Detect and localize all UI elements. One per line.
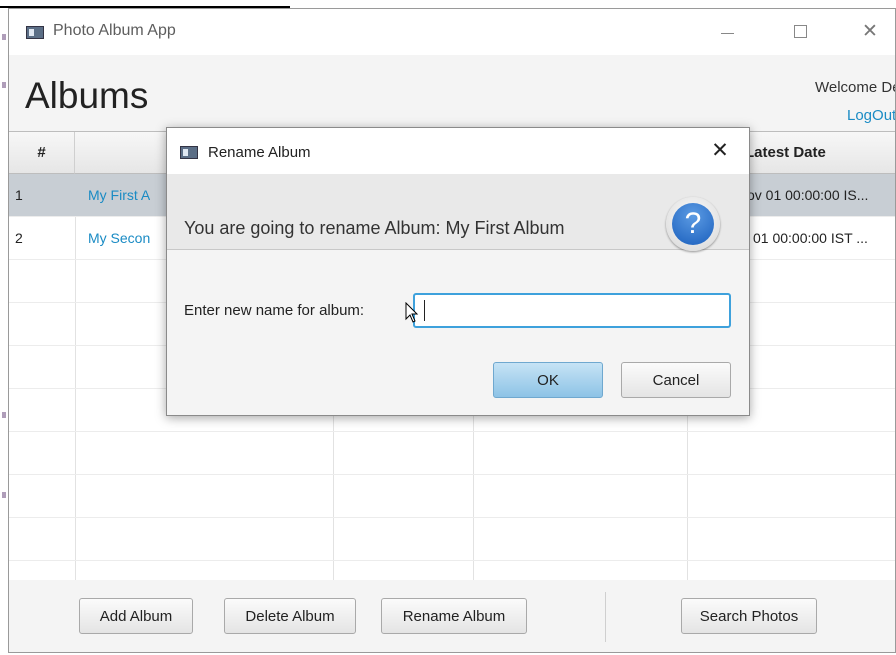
row-album-name[interactable]: My First A	[88, 174, 150, 217]
rename-album-dialog: Rename Album ✕ You are going to rename A…	[166, 127, 750, 416]
cancel-button[interactable]: Cancel	[621, 362, 731, 398]
column-header-index[interactable]: #	[9, 132, 75, 174]
bottom-toolbar: Add Album Delete Album Rename Album Sear…	[9, 580, 895, 652]
new-name-label: Enter new name for album:	[184, 302, 365, 319]
row-latest-date: 01 00:00:00 IST ...	[753, 230, 868, 246]
table-row-empty	[9, 432, 895, 475]
welcome-text: Welcome Dev	[815, 79, 895, 96]
toolbar-separator	[605, 592, 606, 642]
row-album-name[interactable]: My Secon	[88, 217, 150, 260]
title-bar[interactable]: Photo Album App ✕	[9, 9, 895, 55]
window-title: Photo Album App	[53, 22, 176, 39]
row-index: 1	[15, 187, 23, 203]
close-icon: ✕	[862, 21, 878, 42]
dialog-close-button[interactable]: ✕	[707, 138, 733, 164]
minimize-button[interactable]	[715, 20, 741, 44]
mouse-cursor-icon	[405, 302, 419, 323]
dialog-message: You are going to rename Album: My First …	[184, 218, 565, 238]
search-photos-button[interactable]: Search Photos	[681, 598, 817, 634]
logout-link[interactable]: LogOut	[847, 107, 895, 124]
row-index: 2	[15, 230, 23, 246]
table-row-empty	[9, 518, 895, 561]
close-button[interactable]: ✕	[857, 20, 883, 44]
app-icon	[180, 146, 198, 159]
rename-album-button[interactable]: Rename Album	[381, 598, 527, 634]
delete-album-button[interactable]: Delete Album	[224, 598, 356, 634]
dialog-title-bar[interactable]: Rename Album ✕	[167, 128, 749, 174]
page-title: Albums	[25, 75, 149, 116]
text-caret	[424, 300, 425, 321]
new-name-input[interactable]	[413, 293, 731, 328]
close-icon: ✕	[711, 139, 729, 162]
row-latest-date: ov 01 00:00:00 IS...	[747, 187, 869, 203]
add-album-button[interactable]: Add Album	[79, 598, 193, 634]
app-icon	[26, 26, 44, 39]
table-row-empty	[9, 475, 895, 518]
dialog-title: Rename Album	[208, 144, 311, 161]
ok-button[interactable]: OK	[493, 362, 603, 398]
help-icon: ?	[666, 197, 720, 251]
maximize-button[interactable]	[787, 20, 813, 44]
